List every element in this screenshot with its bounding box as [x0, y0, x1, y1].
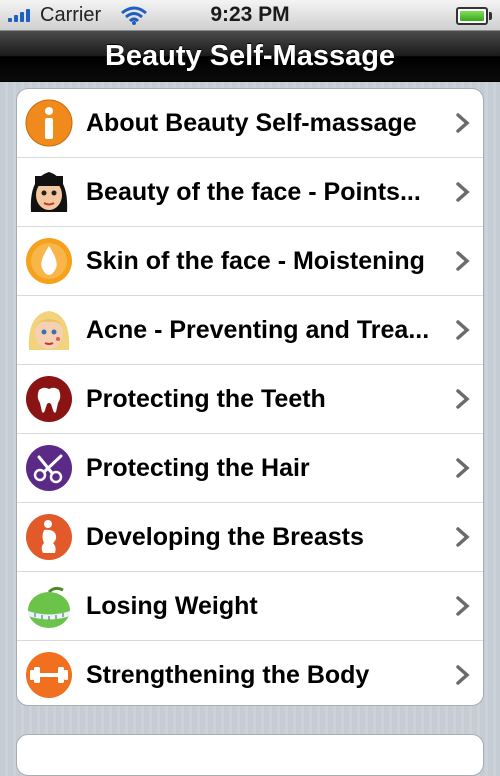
list-item[interactable]: Losing Weight	[17, 572, 483, 641]
menu-list: About Beauty Self-massage Beauty of the …	[16, 88, 484, 706]
apple-measuring-tape-icon	[25, 582, 73, 630]
chevron-right-icon	[456, 113, 470, 133]
chevron-right-icon	[456, 458, 470, 478]
chevron-right-icon	[456, 389, 470, 409]
list-item-label: Beauty of the face - Points...	[86, 177, 421, 206]
scissors-icon	[25, 444, 73, 492]
info-icon	[25, 99, 73, 147]
second-menu-group[interactable]	[16, 734, 484, 776]
list-item-label: Protecting the Hair	[86, 453, 310, 482]
dumbbell-icon	[25, 651, 73, 699]
list-item[interactable]: Strengthening the Body	[17, 641, 483, 705]
list-item[interactable]: Protecting the Teeth	[17, 365, 483, 434]
list-item-label: Developing the Breasts	[86, 522, 364, 551]
list-item-label: Acne - Preventing and Trea...	[86, 315, 430, 344]
blonde-face-icon	[25, 306, 73, 354]
list-item-label: Strengthening the Body	[86, 660, 370, 689]
status-bar: Carrier 9:23 PM	[0, 0, 500, 31]
list-item[interactable]: Beauty of the face - Points...	[17, 158, 483, 227]
list-item[interactable]: Developing the Breasts	[17, 503, 483, 572]
list-item-label: About Beauty Self-massage	[86, 108, 417, 137]
chevron-right-icon	[456, 251, 470, 271]
woman-face-icon	[25, 168, 73, 216]
list-item-label: Skin of the face - Moistening	[86, 246, 425, 275]
list-item[interactable]: Acne - Preventing and Trea...	[17, 296, 483, 365]
water-drop-icon	[25, 237, 73, 285]
chevron-right-icon	[456, 596, 470, 616]
list-item[interactable]: Skin of the face - Moistening	[17, 227, 483, 296]
list-item-label: Losing Weight	[86, 591, 258, 620]
page-title: Beauty Self-Massage	[104, 40, 396, 72]
tooth-icon	[25, 375, 73, 423]
chevron-right-icon	[456, 182, 470, 202]
chevron-right-icon	[456, 665, 470, 685]
chevron-right-icon	[456, 320, 470, 340]
chevron-right-icon	[456, 527, 470, 547]
battery-icon	[456, 7, 492, 25]
list-item-label: Protecting the Teeth	[86, 384, 326, 413]
body-silhouette-icon	[25, 513, 73, 561]
navigation-bar: Beauty Self-Massage	[0, 31, 500, 82]
clock: 9:23 PM	[210, 3, 290, 26]
list-item[interactable]: About Beauty Self-massage	[17, 89, 483, 158]
list-item[interactable]: Protecting the Hair	[17, 434, 483, 503]
